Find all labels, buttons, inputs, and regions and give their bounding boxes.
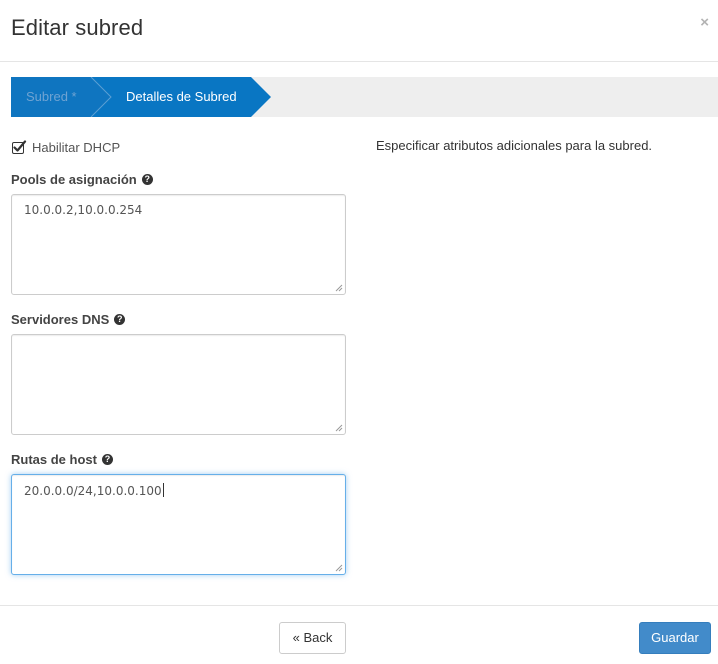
question-circle-icon[interactable]: ? (101, 454, 113, 465)
allocation-pools-label-text: Pools de asignación (11, 172, 137, 187)
edit-subnet-modal: Editar subred × Subred * Detalles de Sub… (0, 0, 718, 664)
host-routes-value: 20.0.0.0/24,10.0.0.100 (24, 484, 162, 498)
resize-grip-icon[interactable] (335, 564, 343, 572)
host-routes-textarea[interactable]: 20.0.0.0/24,10.0.0.100 (11, 474, 346, 575)
dhcp-checkbox-row[interactable]: Habilitar DHCP (12, 138, 120, 156)
wizard-step-subred[interactable]: Subred * (26, 77, 77, 117)
allocation-pools-textarea[interactable]: 10.0.0.2,10.0.0.254 (11, 194, 346, 295)
dhcp-checkbox-label[interactable]: Habilitar DHCP (32, 140, 120, 155)
modal-footer: « Back Guardar (0, 605, 718, 664)
resize-grip-icon[interactable] (335, 284, 343, 292)
modal-header: Editar subred × (0, 0, 718, 62)
back-button[interactable]: « Back (279, 622, 346, 654)
allocation-pools-value: 10.0.0.2,10.0.0.254 (24, 203, 143, 217)
host-routes-label: Rutas de host ? (11, 452, 113, 467)
wizard-steps: Subred * Detalles de Subred (11, 77, 718, 117)
question-circle-icon[interactable]: ? (141, 174, 153, 185)
wizard-step-details[interactable]: Detalles de Subred (126, 77, 237, 117)
host-routes-label-text: Rutas de host (11, 452, 97, 467)
allocation-pools-label: Pools de asignación ? (11, 172, 153, 187)
question-circle-icon[interactable]: ? (114, 314, 126, 325)
help-text: Especificar atributos adicionales para l… (376, 138, 653, 153)
save-button[interactable]: Guardar (639, 622, 711, 654)
checkbox-checked-icon[interactable] (12, 139, 27, 155)
close-icon[interactable]: × (700, 14, 709, 32)
dns-servers-label: Servidores DNS ? (11, 312, 126, 327)
text-caret (162, 483, 164, 497)
dns-servers-textarea[interactable] (11, 334, 346, 435)
resize-grip-icon[interactable] (335, 424, 343, 432)
modal-title: Editar subred (11, 15, 144, 40)
dns-servers-label-text: Servidores DNS (11, 312, 110, 327)
